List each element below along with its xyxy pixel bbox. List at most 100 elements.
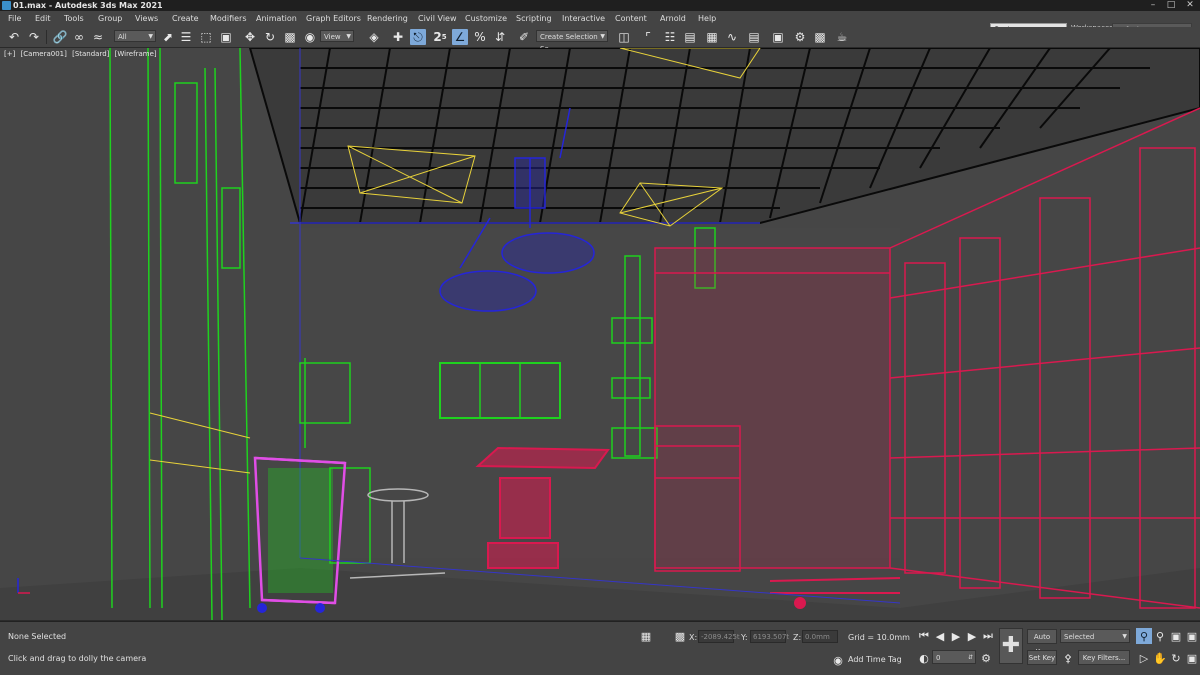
time-tag-icon[interactable]: ◉ xyxy=(830,652,846,668)
menu-tools[interactable]: Tools xyxy=(64,11,84,26)
viewport-label[interactable]: [+] [Camera001] [Standard] [Wireframe] xyxy=(4,50,160,58)
menu-views[interactable]: Views xyxy=(135,11,158,26)
current-frame-field[interactable]: 0 ⇵ xyxy=(932,650,976,664)
menu-graph-editors[interactable]: Graph Editors xyxy=(306,11,361,26)
x-coordinate-field[interactable]: -2089.425t xyxy=(698,630,740,643)
pan-icon[interactable]: ✋ xyxy=(1152,650,1168,666)
window-crossing-icon[interactable]: ▣ xyxy=(218,29,234,45)
set-keys-plus-button[interactable]: ✚ xyxy=(999,628,1023,664)
add-time-tag-button[interactable]: Add Time Tag xyxy=(848,655,902,664)
redo-icon[interactable]: ↷ xyxy=(26,29,42,45)
floor-plane xyxy=(0,568,1200,620)
menu-civil-view[interactable]: Civil View xyxy=(418,11,457,26)
select-and-link-icon[interactable]: 🔗 xyxy=(52,29,68,45)
reference-coordinate-select[interactable]: View ▼ xyxy=(320,30,354,42)
menu-rendering[interactable]: Rendering xyxy=(367,11,408,26)
rotate-icon[interactable]: ↻ xyxy=(262,29,278,45)
undo-icon[interactable]: ↶ xyxy=(6,29,22,45)
zoom-icon[interactable]: ⚲ xyxy=(1136,628,1152,644)
angle-snap-icon[interactable]: ∠ xyxy=(452,29,468,45)
rectangular-selection-icon[interactable]: ⬚ xyxy=(198,29,214,45)
menu-interactive[interactable]: Interactive xyxy=(562,11,605,26)
maximize-button[interactable]: □ xyxy=(1164,0,1178,11)
mirror-icon[interactable]: ◫ xyxy=(616,29,632,45)
spinner-snap-icon[interactable]: ⇵ xyxy=(492,29,508,45)
rendered-frame-window-icon[interactable]: ▩ xyxy=(812,29,828,45)
curve-editor-icon[interactable]: ∿ xyxy=(724,29,740,45)
edit-named-selection-icon[interactable]: ✐ xyxy=(516,29,532,45)
menu-group[interactable]: Group xyxy=(98,11,122,26)
move-icon[interactable]: ✥ xyxy=(242,29,258,45)
previous-frame-icon[interactable]: ◀ xyxy=(932,628,948,644)
cart-wheel xyxy=(257,603,267,613)
auto-key-button[interactable]: Auto Key xyxy=(1027,629,1057,656)
key-icon[interactable]: ⚴ xyxy=(1060,650,1076,666)
keyboard-shortcut-override-icon[interactable]: ⎋ xyxy=(410,29,426,45)
selection-lock-icon[interactable]: ▩ xyxy=(672,628,688,644)
viewport-camera-label[interactable]: [Camera001] xyxy=(21,50,67,58)
select-by-name-icon[interactable]: ☰ xyxy=(178,29,194,45)
percent-snap-icon[interactable]: % xyxy=(472,29,488,45)
menu-scripting[interactable]: Scripting xyxy=(516,11,552,26)
select-object-icon[interactable]: ⬈ xyxy=(160,29,176,45)
bind-to-space-warp-icon[interactable]: ≈ xyxy=(90,29,106,45)
menu-help[interactable]: Help xyxy=(698,11,716,26)
ribbon-toggle-icon[interactable]: ▦ xyxy=(704,29,720,45)
place-icon[interactable]: ◉ xyxy=(302,29,318,45)
play-icon[interactable]: ▶ xyxy=(948,628,964,644)
z-coordinate-field[interactable]: 0.0mm xyxy=(802,630,838,643)
menu-animation[interactable]: Animation xyxy=(256,11,297,26)
goto-start-icon[interactable]: ⏮ xyxy=(916,628,932,644)
menu-customize[interactable]: Customize xyxy=(465,11,507,26)
goto-end-icon[interactable]: ⏭ xyxy=(980,628,996,644)
snaps-toggle-icon[interactable]: 25 xyxy=(432,29,448,45)
selection-filter-value: All xyxy=(118,33,127,41)
y-coordinate-field[interactable]: 6193.507t xyxy=(750,630,789,643)
schematic-view-icon[interactable]: ▤ xyxy=(746,29,762,45)
key-filters-button[interactable]: Key Filters... xyxy=(1078,650,1130,665)
next-frame-icon[interactable]: ▶ xyxy=(964,628,980,644)
viewport-shading-standard[interactable]: [Standard] xyxy=(72,50,109,58)
viewport-shading-wireframe[interactable]: [Wireframe] xyxy=(115,50,157,58)
selection-status: None Selected xyxy=(8,632,67,641)
selection-filter-select[interactable]: All ▼ xyxy=(114,30,156,42)
menu-edit[interactable]: Edit xyxy=(35,11,51,26)
left-wall-rails xyxy=(149,412,251,474)
zoom-extents-all-icon[interactable]: ▣ xyxy=(1184,628,1200,644)
key-mode-icon[interactable]: ◐ xyxy=(916,650,932,666)
render-production-icon[interactable]: ☕ xyxy=(834,29,850,45)
menu-bar: File Edit Tools Group Views Create Modif… xyxy=(0,11,1200,37)
menu-file[interactable]: File xyxy=(8,11,21,26)
field-of-view-icon[interactable]: ▷ xyxy=(1136,650,1152,666)
snaps-toggle-superscript: 5 xyxy=(441,32,447,41)
isolate-selection-icon[interactable]: ▦ xyxy=(638,628,654,644)
viewport-menu-plus[interactable]: [+] xyxy=(4,50,15,58)
named-selection-sets-select[interactable]: Create Selection Se ▼ xyxy=(536,30,608,53)
chevron-down-icon: ▼ xyxy=(346,33,351,40)
maximize-viewport-icon[interactable]: ▣ xyxy=(1184,650,1200,666)
app-icon xyxy=(2,1,11,10)
zoom-all-icon[interactable]: ⚲ xyxy=(1152,628,1168,644)
window-title: 01.max - Autodesk 3ds Max 2021 xyxy=(13,1,163,10)
pivot-center-icon[interactable]: ◈ xyxy=(366,29,382,45)
material-editor-icon[interactable]: ▣ xyxy=(770,29,786,45)
menu-create[interactable]: Create xyxy=(172,11,199,26)
render-setup-icon[interactable]: ⚙ xyxy=(792,29,808,45)
select-manipulate-icon[interactable]: ✚ xyxy=(390,29,406,45)
close-button[interactable]: ✕ xyxy=(1183,0,1197,11)
key-selection-select[interactable]: Selected ▼ xyxy=(1060,629,1130,643)
toggle-scene-explorer-icon[interactable]: ☷ xyxy=(662,29,678,45)
unlink-icon[interactable]: ∞ xyxy=(71,29,87,45)
menu-arnold[interactable]: Arnold xyxy=(660,11,686,26)
menu-content[interactable]: Content xyxy=(615,11,647,26)
set-key-button[interactable]: Set Key xyxy=(1027,650,1057,665)
scale-icon[interactable]: ▩ xyxy=(282,29,298,45)
orbit-icon[interactable]: ↻ xyxy=(1168,650,1184,666)
time-config-icon[interactable]: ⚙ xyxy=(978,650,994,666)
minimize-button[interactable]: – xyxy=(1146,0,1160,11)
menu-modifiers[interactable]: Modifiers xyxy=(210,11,247,26)
camera-viewport[interactable]: [+] [Camera001] [Standard] [Wireframe] xyxy=(0,48,1200,620)
align-icon[interactable]: ⌜ xyxy=(640,29,656,45)
toggle-layer-explorer-icon[interactable]: ▤ xyxy=(682,29,698,45)
zoom-extents-icon[interactable]: ▣ xyxy=(1168,628,1184,644)
